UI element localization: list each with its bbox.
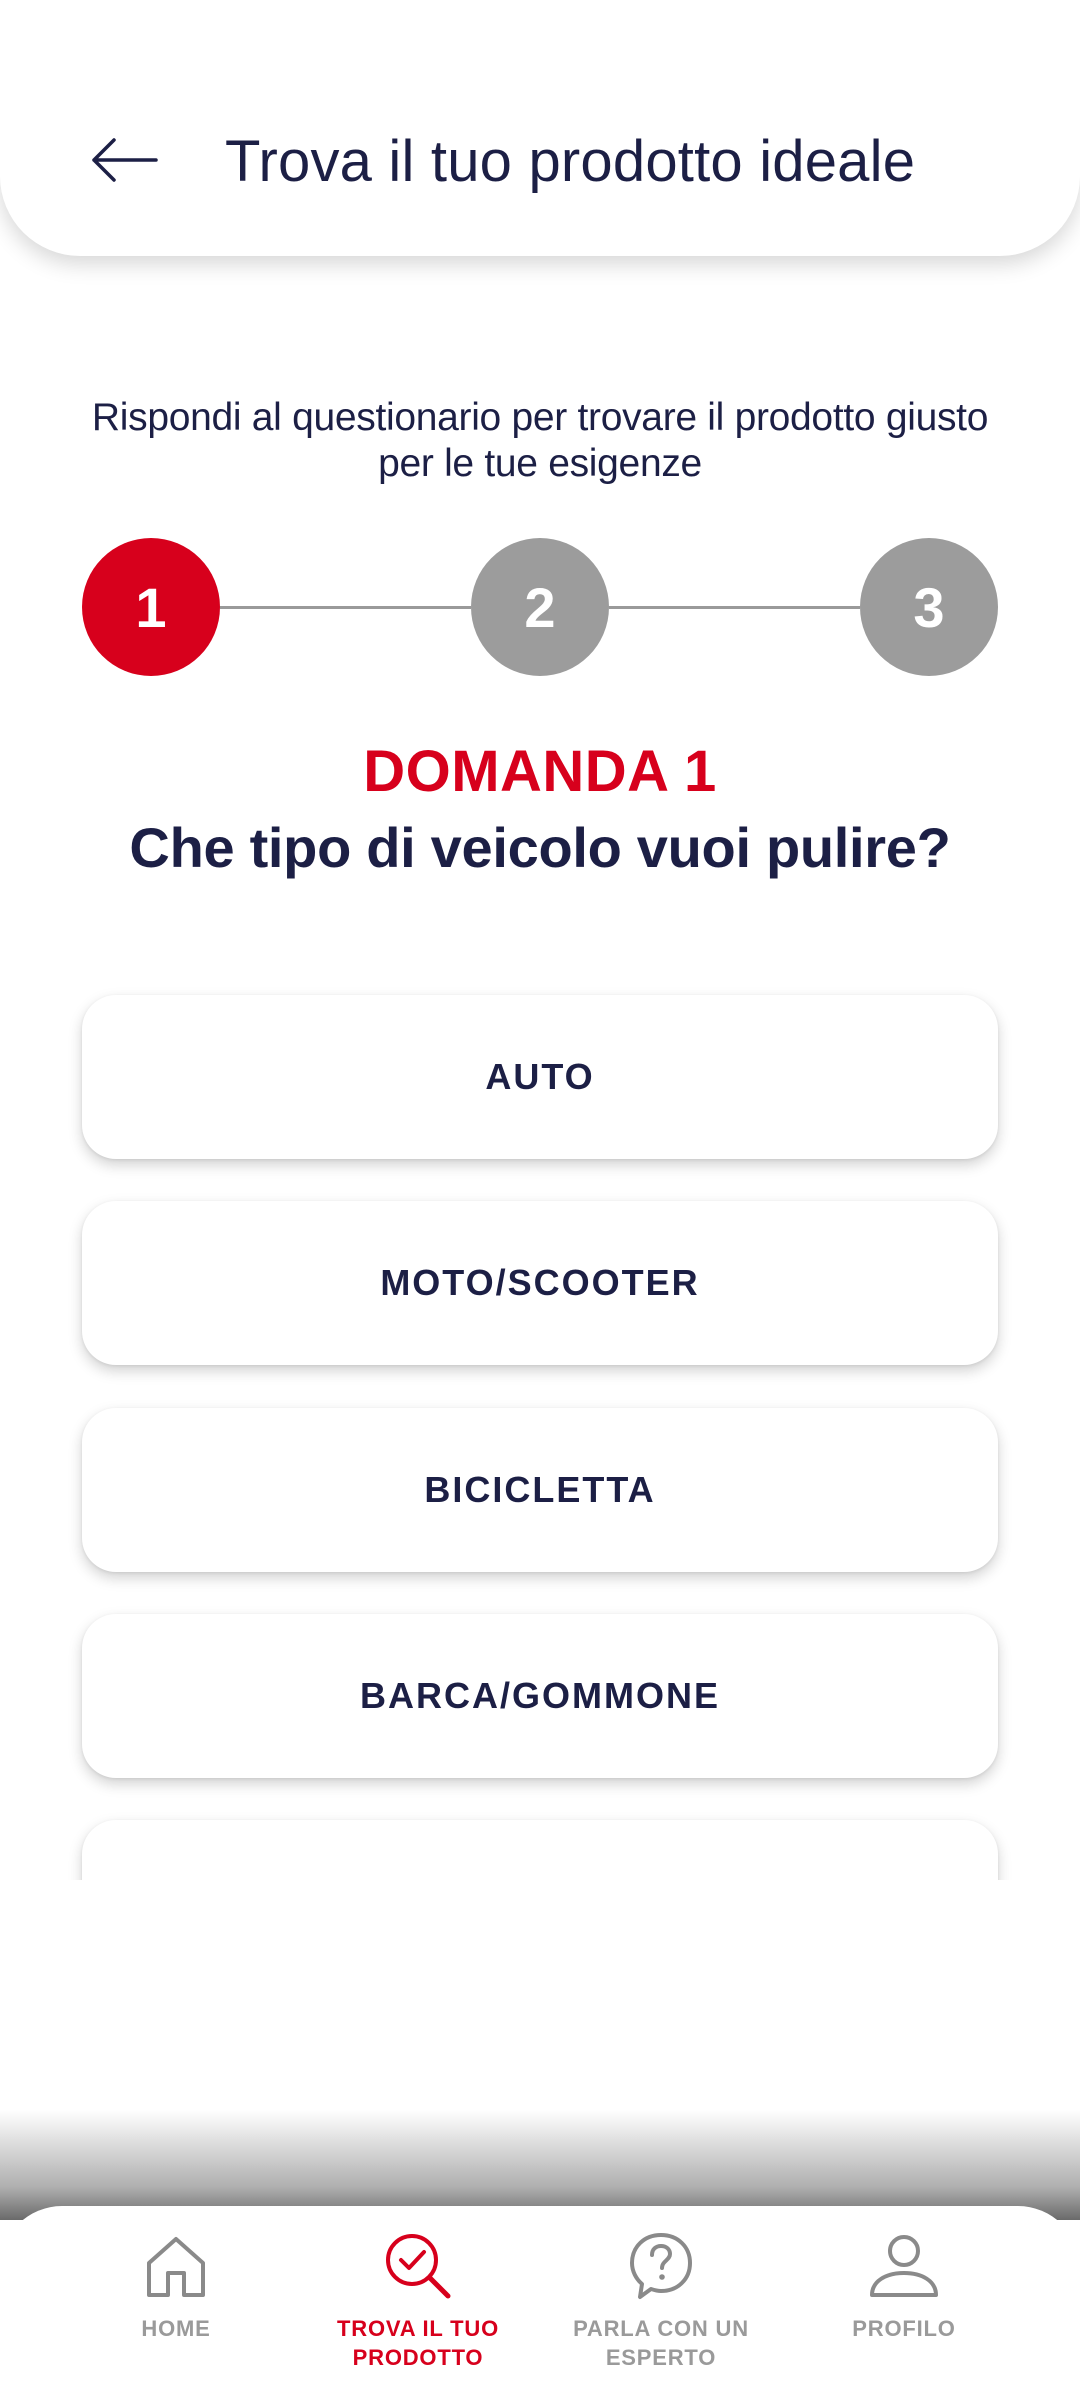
- step-1-label: 1: [135, 575, 167, 639]
- option-moto-scooter[interactable]: MOTO/SCOOTER: [82, 1201, 998, 1365]
- nav-home[interactable]: HOME: [56, 2230, 296, 2390]
- step-2-label: 2: [524, 575, 556, 639]
- intro-line-2: per le tue esigenze: [378, 442, 702, 485]
- question-number: DOMANDA 1: [363, 739, 717, 804]
- app-header: Trova il tuo prodotto ideale: [0, 0, 1080, 256]
- option-bicicletta[interactable]: BICICLETTA: [82, 1408, 998, 1572]
- back-button[interactable]: [78, 120, 170, 200]
- search-check-icon: [386, 2234, 451, 2299]
- nav-find-product-label-line-1: TROVA IL TUO: [337, 2316, 499, 2341]
- step-connector-1: [220, 606, 471, 609]
- nav-talk-to-expert-label-line-1: PARLA CON UN: [573, 2316, 749, 2341]
- step-3-label: 3: [913, 575, 945, 639]
- intro-line-1: Rispondi al questionario per trovare il …: [91, 396, 989, 439]
- intro-text: Rispondi al questionario per trovare il …: [60, 395, 1020, 487]
- nav-talk-to-expert[interactable]: PARLA CON UN ESPERTO: [541, 2230, 781, 2390]
- home-icon: [147, 2237, 205, 2297]
- nav-shadow-fade: [0, 2110, 1080, 2220]
- step-connector-2: [609, 606, 860, 609]
- nav-talk-to-expert-label: PARLA CON UN ESPERTO: [541, 2314, 781, 2372]
- nav-find-product-label-line-2: PRODOTTO: [352, 2345, 484, 2370]
- arrow-left-icon: [92, 138, 158, 182]
- user-icon: [870, 2235, 938, 2297]
- step-3: 3: [860, 538, 998, 676]
- screen: Trova il tuo prodotto ideale Rispondi al…: [0, 0, 1080, 2400]
- nav-find-product[interactable]: TROVA IL TUO PRODOTTO: [298, 2230, 538, 2390]
- option-label: BICICLETTA: [424, 1469, 656, 1510]
- nav-find-product-label: TROVA IL TUO PRODOTTO: [298, 2314, 538, 2372]
- options-list[interactable]: AUTO MOTO/SCOOTER BICICLETTA BARCA/GOMMO…: [0, 975, 1080, 1880]
- option-partial[interactable]: [82, 1820, 998, 1880]
- nav-profile[interactable]: PROFILO: [784, 2230, 1024, 2390]
- step-2: 2: [471, 538, 609, 676]
- question-text: Che tipo di veicolo vuoi pulire?: [129, 816, 951, 879]
- page-title: Trova il tuo prodotto ideale: [225, 129, 916, 194]
- question-bubble-icon: [630, 2233, 692, 2299]
- progress-stepper: 1 2 3: [82, 538, 998, 676]
- nav-profile-label: PROFILO: [852, 2316, 956, 2341]
- option-label: AUTO: [485, 1056, 595, 1097]
- step-1: 1: [82, 538, 220, 676]
- nav-home-label: HOME: [141, 2316, 211, 2341]
- option-auto[interactable]: AUTO: [82, 995, 998, 1159]
- option-label: MOTO/SCOOTER: [380, 1262, 700, 1303]
- option-label: BARCA/GOMMONE: [360, 1675, 720, 1716]
- nav-talk-to-expert-label-line-2: ESPERTO: [605, 2345, 717, 2370]
- option-barca-gommone[interactable]: BARCA/GOMMONE: [82, 1614, 998, 1778]
- bottom-navigation: HOME TROVA IL TUO PRODOTTO PARLA CON UN …: [0, 2206, 1080, 2400]
